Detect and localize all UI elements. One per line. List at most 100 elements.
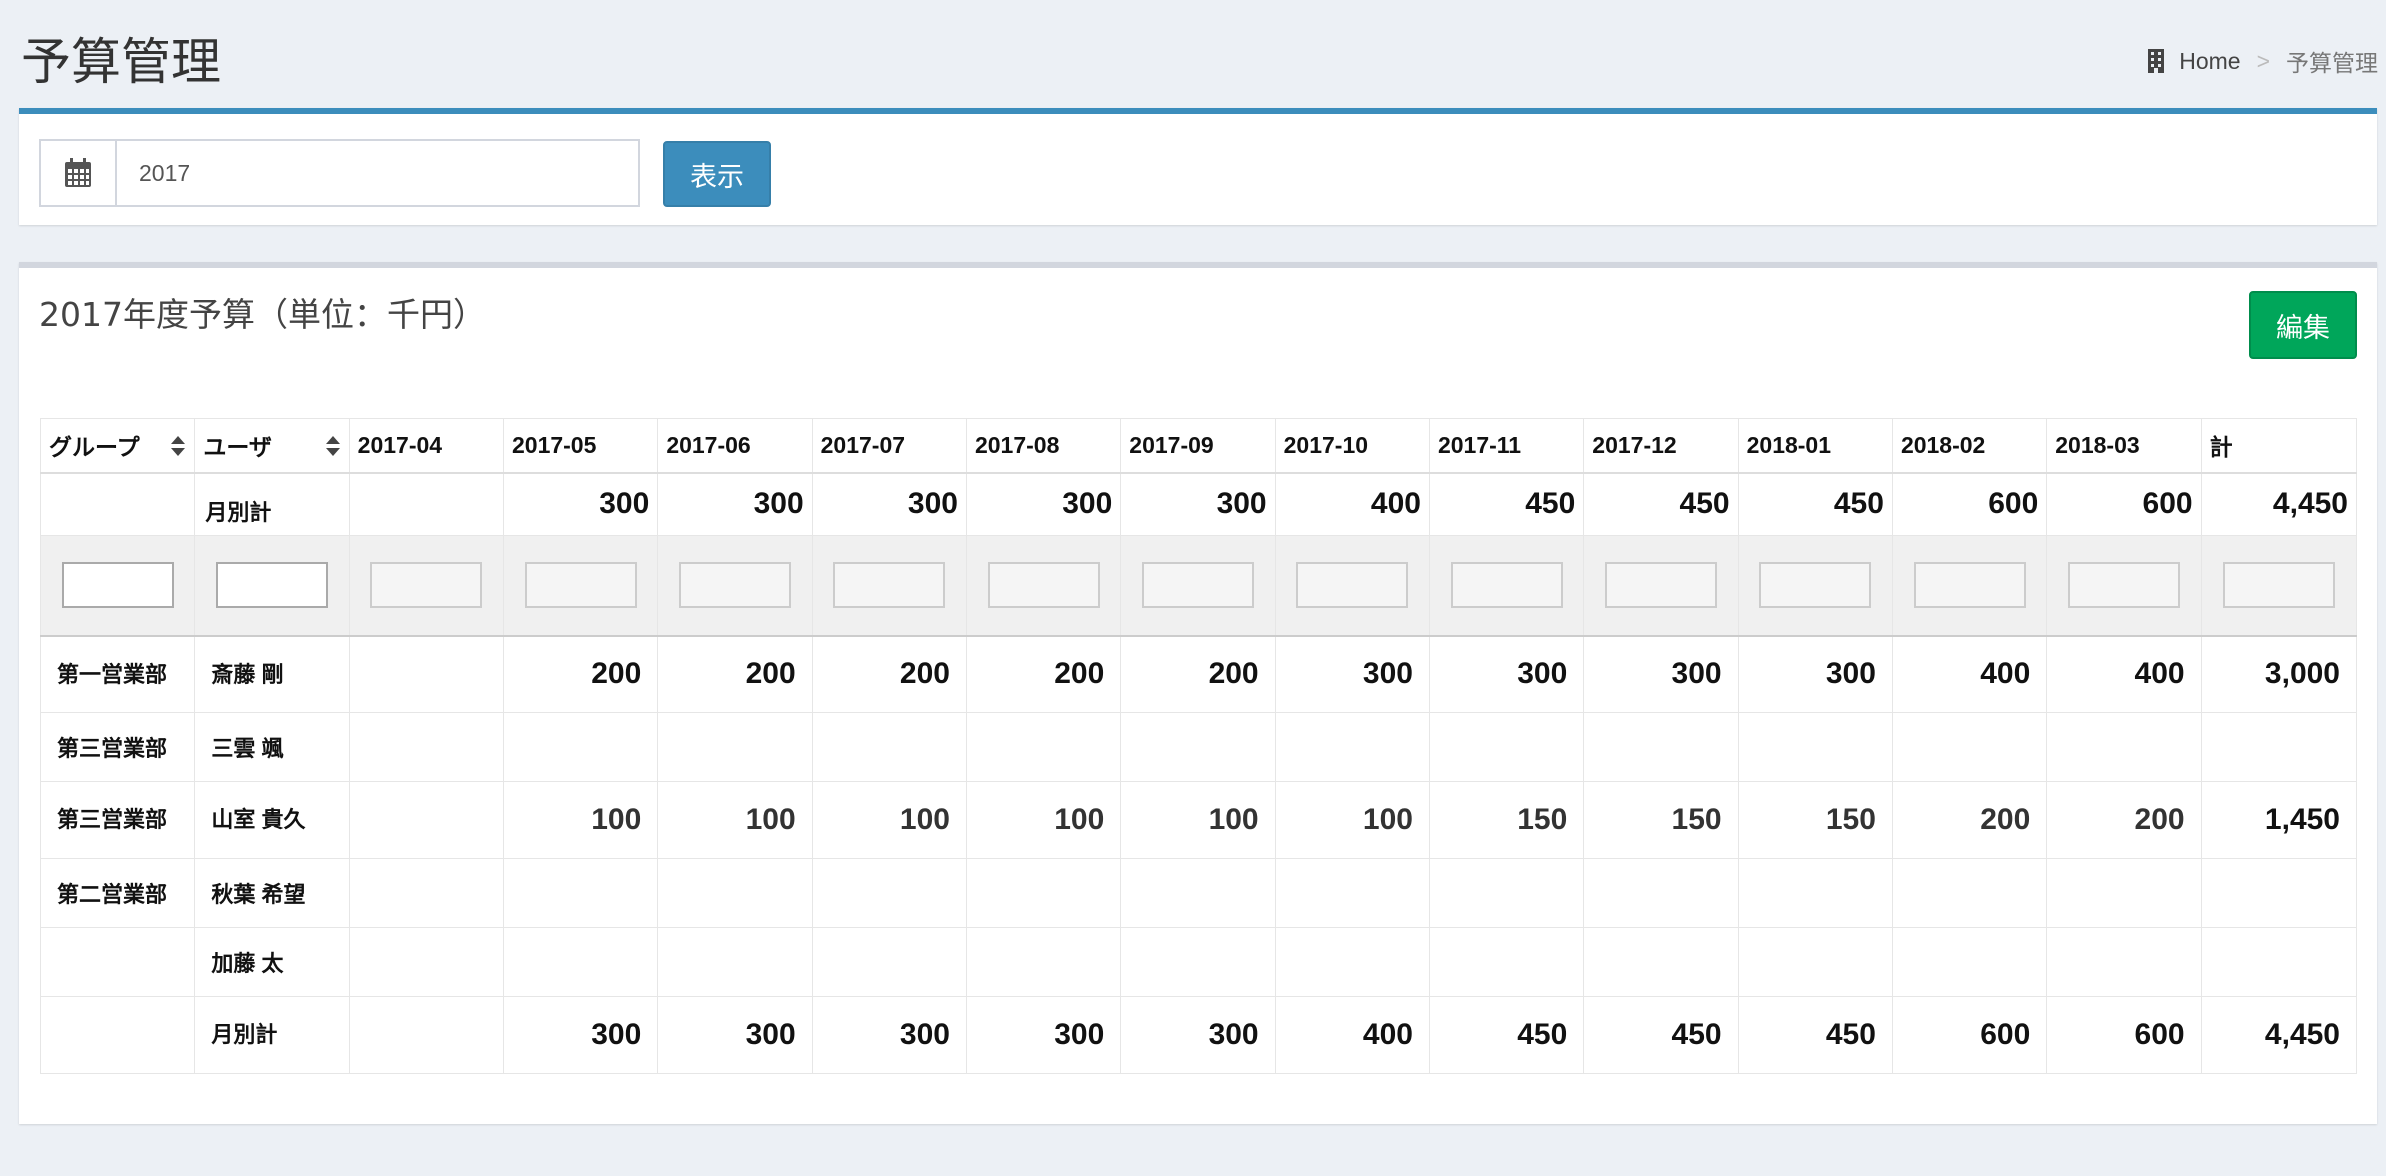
table-cell: 450 [1428, 996, 1585, 1074]
table-cell [1737, 535, 1893, 637]
edit-button[interactable]: 編集 [2249, 291, 2357, 359]
table-cell: 600 [2046, 472, 2202, 536]
month-filter-input[interactable] [1604, 562, 1717, 609]
year-input[interactable] [117, 141, 638, 205]
table-cell: 300 [657, 472, 813, 536]
column-header-user[interactable]: ユーザ [194, 418, 350, 474]
table-cell: 100 [1274, 781, 1430, 859]
user-cell: 秋葉 希望 [194, 858, 350, 928]
table-cell: 400 [2046, 635, 2202, 713]
table-cell [348, 472, 504, 536]
table-cell: 200 [2046, 781, 2202, 859]
table-cell: 400 [1891, 635, 2048, 713]
user-filter-input[interactable] [215, 562, 328, 609]
column-header-month: 2017-07 [811, 418, 967, 474]
table-row: 第一営業部 斎藤 剛 200 200 200 200 200 300 300 3… [39, 635, 2358, 713]
column-header-month: 2017-05 [502, 418, 659, 474]
month-filter-input[interactable] [833, 562, 946, 609]
column-header-month: 2017-10 [1274, 418, 1430, 474]
table-cell [1737, 927, 1893, 997]
column-header-month: 2017-04 [348, 418, 504, 474]
monthly-total-row-top: 月別計 300 300 300 300 300 400 450 450 450 … [39, 472, 2358, 536]
group-cell: 第三営業部 [39, 781, 196, 859]
table-cell [2046, 927, 2202, 997]
monthly-total-row-bottom: 月別計 300 300 300 300 300 400 450 450 450 … [39, 996, 2358, 1074]
table-cell: 300 [1120, 472, 1276, 536]
table-cell-total: 4,450 [2200, 472, 2358, 536]
table-cell [502, 535, 659, 637]
table-cell [1428, 712, 1585, 782]
column-header-total: 計 [2200, 418, 2358, 474]
table-row: 第二営業部 秋葉 希望 [39, 858, 2358, 928]
column-header-month: 2017-11 [1428, 418, 1585, 474]
user-cell: 山室 貴久 [194, 781, 350, 859]
table-cell: 200 [965, 635, 1122, 713]
table-cell: 450 [1737, 472, 1893, 536]
header-row: グループ ユーザ 2017-04 2017-05 2017-06 2017-07… [39, 418, 2358, 474]
table-cell [1891, 535, 2048, 637]
table-cell: 150 [1583, 781, 1739, 859]
month-filter-input[interactable] [2067, 562, 2180, 609]
month-filter-input[interactable] [678, 562, 791, 609]
breadcrumb: Home > 予算管理 [2147, 44, 2378, 78]
breadcrumb-current: 予算管理 [2286, 50, 2378, 76]
table-cell: 450 [1583, 472, 1739, 536]
table-cell [348, 858, 504, 928]
table-row: 第三営業部 三雲 颯 [39, 712, 2358, 782]
table-cell-total: 3,000 [2200, 635, 2358, 713]
table-cell: 400 [1274, 472, 1430, 536]
table-cell [965, 858, 1122, 928]
table-cell: 450 [1737, 996, 1893, 1074]
table-cell [657, 712, 813, 782]
table-cell: 100 [502, 781, 659, 859]
table-cell [348, 712, 504, 782]
table-cell [657, 927, 813, 997]
table-cell [1583, 858, 1739, 928]
table-cell [1891, 858, 2048, 928]
table-cell: 400 [1274, 996, 1430, 1074]
column-header-label: グループ [49, 434, 140, 461]
month-filter-input[interactable] [370, 562, 483, 609]
table-cell: 450 [1583, 996, 1739, 1074]
calendar-addon[interactable] [41, 141, 117, 205]
column-header-group[interactable]: グループ [39, 418, 196, 474]
month-filter-input[interactable] [1296, 562, 1409, 609]
table-cell [1120, 858, 1276, 928]
group-cell: 第一営業部 [39, 635, 196, 713]
group-cell [39, 927, 196, 997]
table-cell: 300 [965, 996, 1122, 1074]
show-button[interactable]: 表示 [663, 141, 771, 207]
table-cell: 300 [502, 472, 659, 536]
table-cell: 300 [1120, 996, 1276, 1074]
month-filter-input[interactable] [1141, 562, 1254, 609]
table-cell [348, 635, 504, 713]
budget-box: 2017年度予算（単位：千円） 編集 グループ ユーザ 2017-04 2017… [19, 262, 2377, 1124]
group-filter-input[interactable] [61, 562, 174, 609]
breadcrumb-separator: > [2256, 47, 2270, 74]
table-cell [965, 535, 1122, 637]
group-cell: 第二営業部 [39, 858, 196, 928]
month-filter-input[interactable] [1759, 562, 1872, 609]
table-cell [1891, 927, 2048, 997]
table-cell-total [2200, 858, 2358, 928]
month-filter-input[interactable] [987, 562, 1100, 609]
month-filter-input[interactable] [524, 562, 637, 609]
table-cell [348, 996, 504, 1074]
building-icon [2148, 49, 2165, 73]
table-cell [2046, 535, 2202, 637]
breadcrumb-home-link[interactable]: Home [2179, 48, 2240, 75]
column-header-month: 2017-12 [1583, 418, 1739, 474]
table-cell [39, 996, 196, 1074]
month-filter-input[interactable] [1913, 562, 2026, 609]
table-cell [811, 535, 967, 637]
table-cell: 200 [811, 635, 967, 713]
table-cell [1120, 535, 1276, 637]
table-cell [657, 858, 813, 928]
column-header-month: 2018-01 [1737, 418, 1893, 474]
sort-icon [171, 436, 186, 457]
table-cell [502, 712, 659, 782]
table-cell [1428, 535, 1585, 637]
total-filter-input[interactable] [2222, 562, 2335, 609]
table-cell [348, 927, 504, 997]
month-filter-input[interactable] [1450, 562, 1563, 609]
